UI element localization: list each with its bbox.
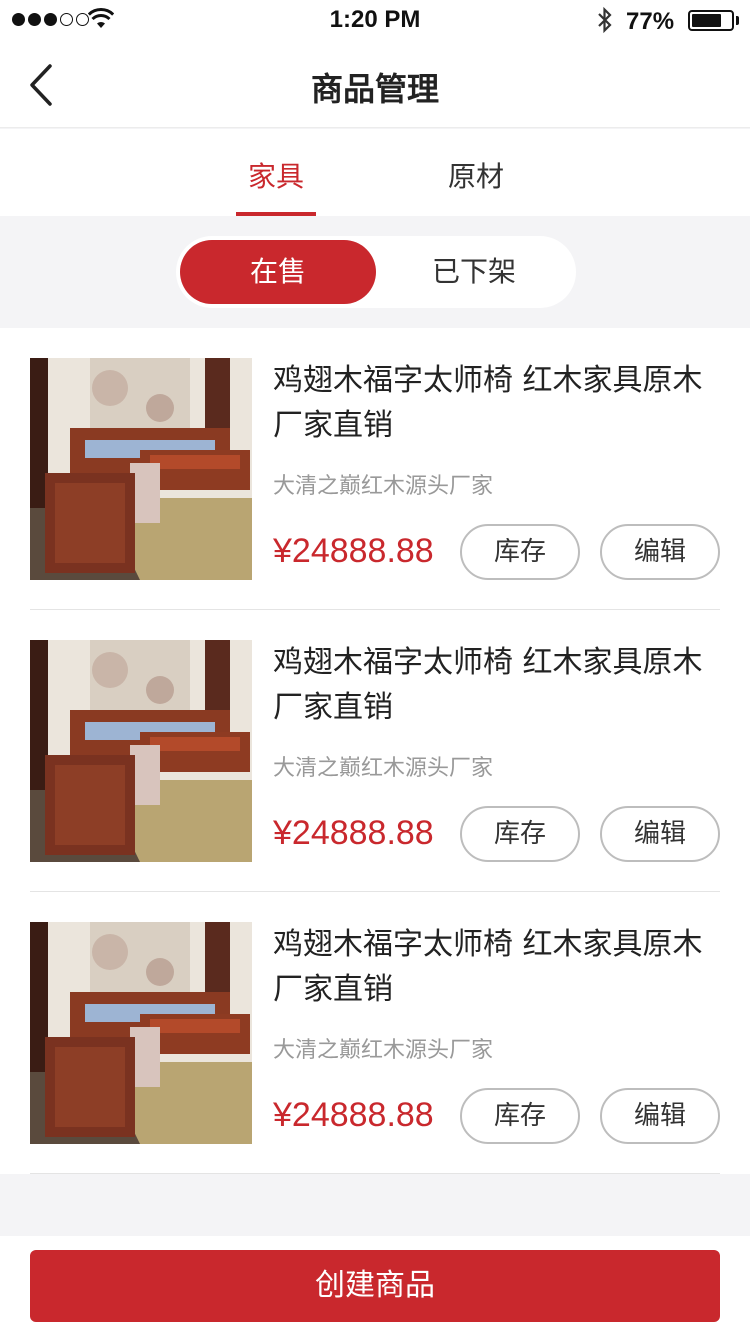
navigation-bar: 商品管理 [0, 40, 750, 128]
segment-on-sale[interactable]: 在售 [180, 240, 376, 304]
battery-cap [736, 16, 739, 25]
status-filter-area: 在售 已下架 [0, 216, 750, 328]
product-image [30, 358, 252, 580]
product-price: ¥24888.88 [273, 814, 434, 852]
product-shop-name: 大清之巅红木源头厂家 [273, 756, 494, 781]
product-list: 鸡翅木福字太师椅 红木家具原木厂家直销 大清之巅红木源头厂家 ¥24888.88… [0, 328, 750, 1174]
stock-button[interactable]: 库存 [460, 806, 580, 862]
bottom-action-bar: 创建商品 [0, 1236, 750, 1334]
stock-button[interactable]: 库存 [460, 1088, 580, 1144]
product-shop-name: 大清之巅红木源头厂家 [273, 1038, 494, 1063]
status-segmented-control: 在售 已下架 [176, 236, 576, 308]
divider [30, 1173, 720, 1174]
create-product-button[interactable]: 创建商品 [30, 1250, 720, 1322]
edit-button[interactable]: 编辑 [600, 524, 720, 580]
product-title: 鸡翅木福字太师椅 红木家具原木厂家直销 [273, 363, 703, 443]
product-shop-name: 大清之巅红木源头厂家 [273, 474, 494, 499]
product-item[interactable]: 鸡翅木福字太师椅 红木家具原木厂家直销 大清之巅红木源头厂家 ¥24888.88… [30, 610, 720, 892]
product-price: ¥24888.88 [273, 532, 434, 570]
edit-button[interactable]: 编辑 [600, 806, 720, 862]
edit-button[interactable]: 编辑 [600, 1088, 720, 1144]
product-image [30, 640, 252, 862]
stock-button[interactable]: 库存 [460, 524, 580, 580]
battery-percentage: 77% [626, 8, 675, 35]
product-image [30, 922, 252, 1144]
tab-furniture[interactable]: 家具 [236, 155, 316, 195]
battery-icon [688, 10, 734, 31]
product-title: 鸡翅木福字太师椅 红木家具原木厂家直销 [273, 927, 703, 1007]
product-price: ¥24888.88 [273, 1096, 434, 1134]
page-title: 商品管理 [310, 70, 439, 108]
product-title: 鸡翅木福字太师椅 红木家具原木厂家直销 [273, 645, 703, 725]
status-bar: 1:20 PM 77% [0, 0, 750, 40]
bluetooth-icon [598, 6, 612, 34]
tab-raw-material[interactable]: 原材 [436, 155, 516, 195]
segment-off-shelf[interactable]: 已下架 [376, 240, 572, 304]
product-item[interactable]: 鸡翅木福字太师椅 红木家具原木厂家直销 大清之巅红木源头厂家 ¥24888.88… [30, 328, 720, 610]
product-item[interactable]: 鸡翅木福字太师椅 红木家具原木厂家直销 大清之巅红木源头厂家 ¥24888.88… [30, 892, 720, 1174]
category-tabs: 家具 原材 [0, 129, 750, 216]
